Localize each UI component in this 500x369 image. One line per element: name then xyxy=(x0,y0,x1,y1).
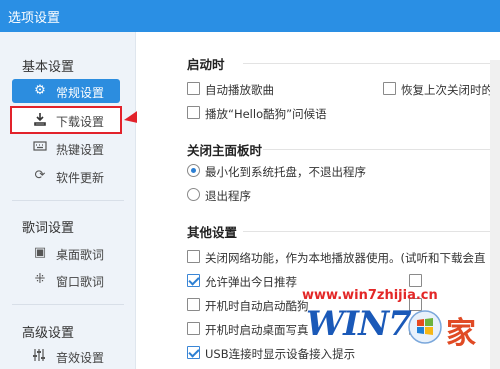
watermark-suffix: 家 xyxy=(446,316,476,351)
title-bar: 选项设置 xyxy=(0,0,500,32)
watermark-logo: WIN7 xyxy=(306,304,412,344)
sidebar-divider xyxy=(12,200,124,201)
desktop-photo-label: 开机时启动桌面写真 xyxy=(205,323,309,337)
daily-recommend-label: 允许弹出今日推荐 xyxy=(205,275,297,289)
section-title-startup: 启动时 xyxy=(187,57,225,72)
window-lyrics-icon: ⁜ xyxy=(34,272,46,287)
sidebar-item-window-lyrics[interactable]: ⁜ 窗口歌词 xyxy=(12,268,120,292)
sidebar-item-label: 软件更新 xyxy=(56,171,105,185)
daily-recommend-checkbox[interactable] xyxy=(187,274,200,287)
minimize-to-tray-label: 最小化到系统托盘，不退出程序 xyxy=(205,165,366,179)
sidebar-item-desktop-lyrics[interactable]: ▣ 桌面歌词 xyxy=(12,241,120,265)
restore-last-checkbox[interactable] xyxy=(383,82,396,95)
watermark-url: www.win7zhijia.cn xyxy=(302,288,438,303)
sidebar-item-download[interactable]: 下载设置 xyxy=(10,106,122,134)
sidebar-item-general[interactable]: ⚙ 常规设置 xyxy=(12,79,120,103)
window-title: 选项设置 xyxy=(8,11,61,26)
download-icon xyxy=(32,112,48,128)
autostart-label: 开机时自动启动酷狗 xyxy=(205,299,309,313)
sidebar-item-label: 热键设置 xyxy=(56,143,105,157)
greeting-label: 播放“Hello酷狗”问候语 xyxy=(205,107,327,121)
section-divider xyxy=(243,231,500,232)
section-divider xyxy=(263,149,500,150)
greeting-checkbox[interactable] xyxy=(187,106,200,119)
keyboard-icon xyxy=(32,140,48,156)
sidebar-item-label: 窗口歌词 xyxy=(56,275,105,289)
sidebar: 基本设置 ⚙ 常规设置 下载设置 热键设置 ⟳ 软件更新 歌词设置 ▣ 桌面歌词… xyxy=(0,32,136,369)
section-title-other: 其他设置 xyxy=(187,225,238,240)
desktop-lyrics-icon: ▣ xyxy=(33,245,47,260)
sidebar-group-basic: 基本设置 xyxy=(22,60,75,75)
restore-last-label: 恢复上次关闭时的界 xyxy=(401,83,500,97)
sidebar-item-label: 常规设置 xyxy=(56,86,105,100)
minimize-to-tray-radio[interactable] xyxy=(187,164,200,177)
sidebar-group-advanced: 高级设置 xyxy=(22,326,75,341)
section-divider xyxy=(243,63,500,64)
sidebar-group-lyrics: 歌词设置 xyxy=(22,221,75,236)
autostart-checkbox[interactable] xyxy=(187,298,200,311)
exit-program-label: 退出程序 xyxy=(205,189,251,203)
sidebar-item-label: 桌面歌词 xyxy=(56,248,105,262)
usb-notice-checkbox[interactable] xyxy=(187,346,200,359)
windows-logo-icon xyxy=(408,310,442,344)
exit-program-radio[interactable] xyxy=(187,188,200,201)
sidebar-item-hotkey[interactable]: 热键设置 xyxy=(12,136,120,160)
watermark: www.win7zhijia.cn WIN7 家 xyxy=(300,286,500,369)
autoplay-label: 自动播放歌曲 xyxy=(205,83,274,97)
gear-icon: ⚙ xyxy=(34,83,46,98)
sidebar-item-sound-effects[interactable]: 音效设置 xyxy=(12,344,120,368)
sidebar-item-update[interactable]: ⟳ 软件更新 xyxy=(12,164,120,188)
autoplay-checkbox[interactable] xyxy=(187,82,200,95)
equalizer-icon xyxy=(32,348,48,364)
desktop-photo-checkbox[interactable] xyxy=(187,322,200,335)
section-title-close-panel: 关闭主面板时 xyxy=(187,143,263,158)
refresh-icon: ⟳ xyxy=(34,168,46,183)
disable-network-label: 关闭网络功能，作为本地播放器使用。(试听和下载会直 xyxy=(205,251,486,265)
sidebar-item-label: 下载设置 xyxy=(56,115,105,129)
sidebar-divider xyxy=(12,304,124,305)
disable-network-checkbox[interactable] xyxy=(187,250,200,263)
sidebar-item-label: 音效设置 xyxy=(56,351,105,365)
